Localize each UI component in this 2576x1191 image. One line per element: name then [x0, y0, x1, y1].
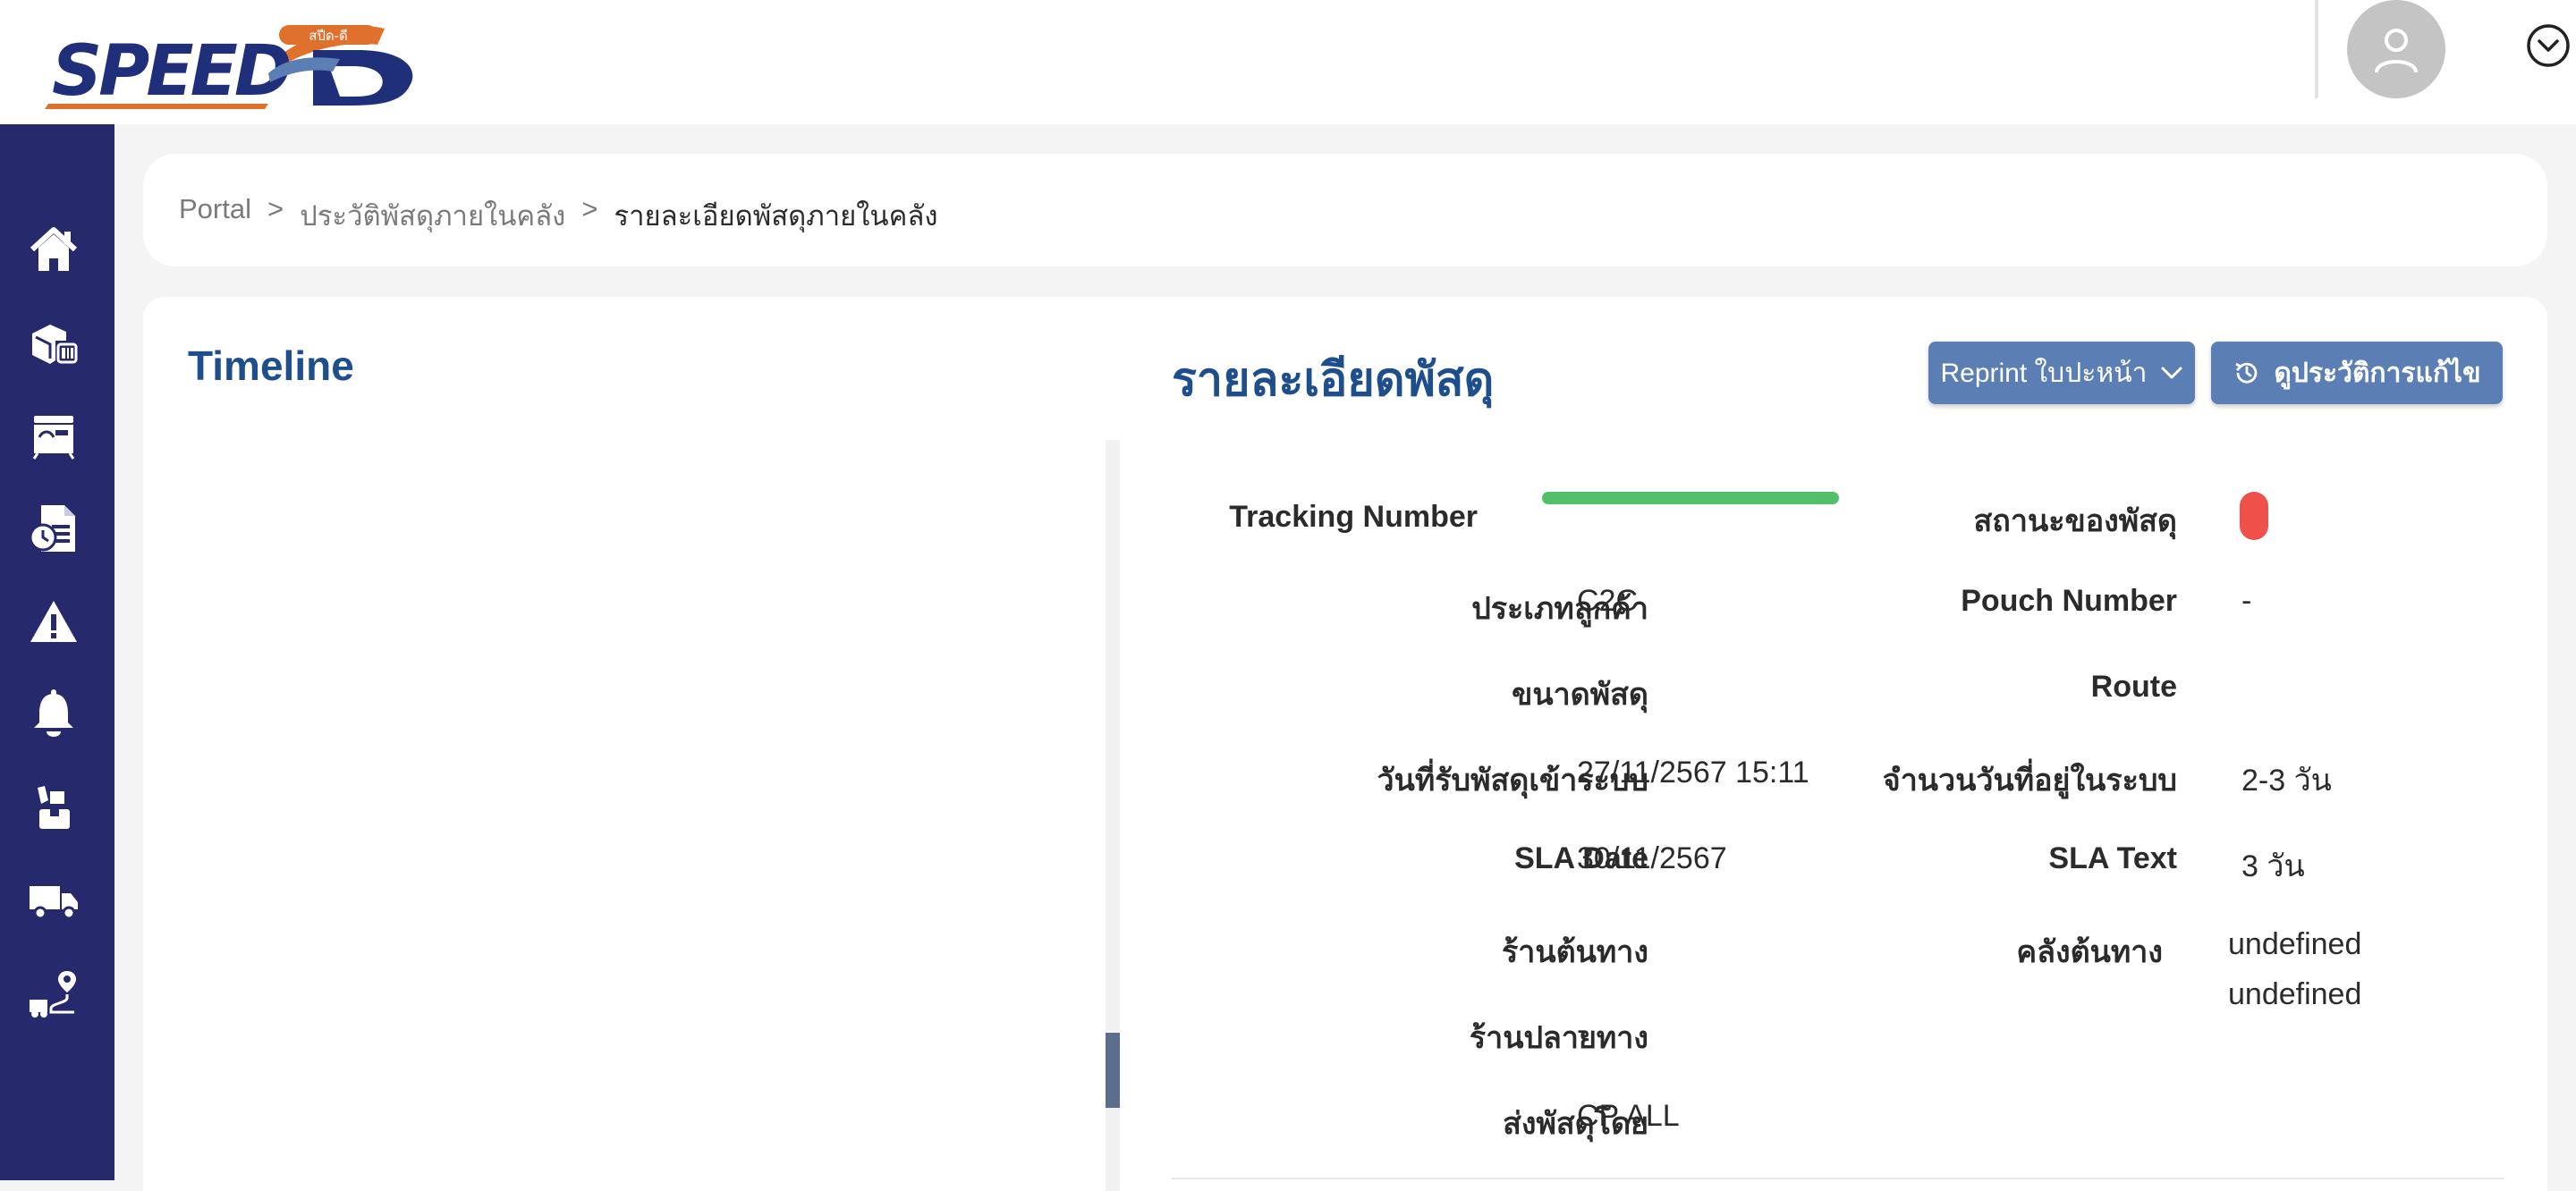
section-divider	[1172, 1178, 2504, 1179]
sidebar-item-package-scan[interactable]	[27, 316, 80, 369]
svg-text:SPEED: SPEED	[52, 31, 290, 111]
user-icon	[2375, 29, 2418, 73]
pouch-number-value: -	[2241, 584, 2252, 618]
edit-history-text: ดูประวัติการแก้ไข	[2274, 358, 2481, 388]
sidebar-item-home[interactable]	[27, 223, 80, 276]
customer-type-value: C2C	[1577, 584, 1639, 618]
warning-icon	[30, 601, 77, 642]
reprint-label-button[interactable]: Reprint ใบปะหน้า	[1928, 342, 2195, 404]
bell-icon	[34, 689, 73, 737]
reprint-label-text: Reprint ใบปะหน้า	[1940, 358, 2148, 388]
breadcrumb-separator: >	[267, 193, 284, 224]
breadcrumb-portal[interactable]: Portal	[179, 193, 251, 238]
breadcrumb-warehouse-history[interactable]: ประวัติพัสดุภายในคลัง	[300, 193, 565, 238]
origin-warehouse-value: undefined	[2228, 927, 2362, 961]
sidebar-item-notifications[interactable]	[27, 688, 80, 741]
received-date-value: 27/11/2567 15:11	[1577, 756, 1809, 790]
store-icon	[32, 416, 75, 460]
origin-warehouse-label: คลังต้นทาง	[2016, 935, 2163, 969]
detail-title: รายละเอียดพัสดุ	[1172, 354, 1495, 406]
breadcrumb-separator: >	[581, 193, 598, 224]
sidebar	[0, 124, 114, 1180]
destination-shop-value: -	[1577, 1013, 1588, 1047]
tracking-number-label: Tracking Number	[1229, 500, 1478, 534]
hand-package-icon	[38, 786, 70, 829]
route-truck-icon	[30, 971, 76, 1018]
tracking-number-bar	[1542, 492, 1839, 504]
sidebar-item-route[interactable]	[27, 967, 80, 1020]
sidebar-item-warning[interactable]	[27, 595, 80, 648]
chevron-down-icon	[2161, 367, 2182, 379]
chevron-down-circle-icon[interactable]	[2526, 23, 2571, 68]
speed-d-logo[interactable]: สปีด-ดี SPEED	[45, 21, 420, 111]
timeline-scrollbar-thumb[interactable]	[1106, 1033, 1120, 1108]
sla-text-label: SLA Text	[2048, 841, 2177, 875]
destination-shop-label: ร้านปลายทาง	[1469, 1021, 1648, 1055]
days-in-system-label: จำนวนวันที่อยู่ในระบบ	[1882, 764, 2177, 798]
sla-date-value: 30/11/2567	[1577, 841, 1727, 875]
package-scan-icon	[32, 325, 78, 364]
pouch-number-label: Pouch Number	[1961, 584, 2177, 618]
sidebar-item-store[interactable]	[27, 409, 80, 462]
history-icon	[2235, 362, 2258, 384]
sidebar-item-delivery[interactable]	[27, 874, 80, 927]
sidebar-item-document-clock[interactable]	[27, 502, 80, 555]
route-label: Route	[2090, 670, 2177, 704]
origin-shop-label: ร้านต้นทาง	[1501, 935, 1648, 969]
sla-text-value: 3 วัน	[2241, 849, 2305, 883]
edit-history-button[interactable]: ดูประวัติการแก้ไข	[2211, 342, 2503, 404]
parcel-size-label: ขนาดพัสดุ	[1512, 678, 1648, 712]
days-in-system-value: 2-3 วัน	[2241, 764, 2332, 798]
origin-warehouse-value-line2: undefined	[2228, 977, 2362, 1011]
status-indicator	[2240, 492, 2268, 540]
breadcrumb-card: Portal > ประวัติพัสดุภายในคลัง > รายละเอ…	[143, 154, 2547, 266]
user-avatar[interactable]	[2347, 0, 2445, 98]
top-bar: สปีด-ดี SPEED	[0, 0, 2576, 124]
status-label: สถานะของพัสดุ	[1973, 504, 2177, 538]
home-icon	[30, 227, 78, 271]
sender-value: CP ALL	[1577, 1099, 1680, 1133]
sidebar-item-hand-package[interactable]	[27, 781, 80, 834]
breadcrumb-current: รายละเอียดพัสดุภายในคลัง	[614, 200, 938, 232]
logo-badge-text: สปีด-ดี	[309, 28, 348, 44]
delivery-truck-icon	[30, 886, 78, 920]
document-clock-icon	[29, 505, 75, 552]
main-card: Timeline รายละเอียดพัสดุ Reprint ใบปะหน้…	[143, 297, 2547, 1191]
timeline-title: Timeline	[188, 342, 354, 389]
topbar-divider	[2315, 0, 2318, 98]
breadcrumb: Portal > ประวัติพัสดุภายในคลัง > รายละเอ…	[179, 193, 938, 238]
timeline-scrollbar[interactable]	[1106, 440, 1120, 1191]
